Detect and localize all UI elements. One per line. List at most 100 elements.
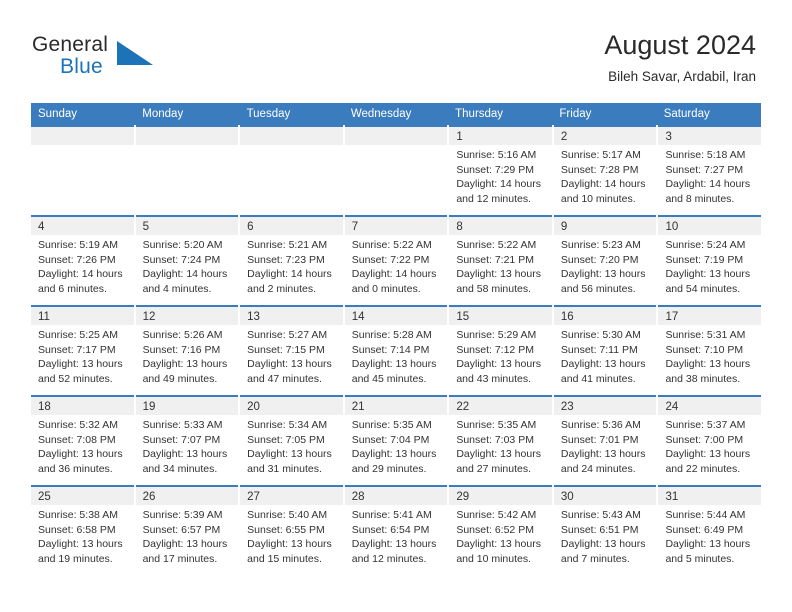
daylight-minutes-text: and 43 minutes.: [456, 372, 532, 385]
day-cell-8[interactable]: 8 Sunrise: 5:22 AM Sunset: 7:21 PM Daylight…: [449, 215, 552, 305]
day-cell-17[interactable]: 17 Sunrise: 5:31 AM Sunset: 7:10 PM Dayligh…: [658, 305, 762, 395]
day-cell-5[interactable]: 5 Sunrise: 5:20 AM Sunset: 7:24 PM Daylight…: [135, 215, 239, 305]
day-number: 26: [142, 491, 156, 503]
logo-text-blue: Blue: [60, 55, 103, 78]
general-blue-logo[interactable]: General Blue: [32, 33, 162, 83]
day-cell-14[interactable]: 14 Sunrise: 5:28 AM Sunset: 7:14 PM Dayligh…: [344, 305, 448, 395]
day-cell-empty: [135, 125, 239, 215]
calendar-week-row: 11 Sunrise: 5:25 AM Sunset: 7:17 PM Dayligh…: [31, 305, 762, 395]
sunrise-text: Sunrise: 5:27 AM: [247, 329, 328, 341]
sunrise-text: Sunrise: 5:29 AM: [456, 329, 537, 341]
sunrise-text: Sunrise: 5:41 AM: [351, 509, 432, 521]
day-number-band: 28: [344, 487, 448, 505]
sunrise-text: Sunrise: 5:19 AM: [38, 239, 118, 251]
daylight-hours-text: Daylight: 13 hours: [665, 358, 751, 370]
day-number: 17: [665, 311, 679, 323]
daylight-minutes-text: and 17 minutes.: [142, 552, 218, 565]
day-number: 23: [560, 401, 574, 413]
day-number: 13: [247, 311, 260, 323]
day-details: Sunrise: 5:40 AM Sunset: 6:55 PM Daylight:…: [240, 505, 343, 566]
day-number: 15: [456, 311, 470, 323]
day-details: Sunrise: 5:32 AM Sunset: 7:08 PM Daylight:…: [31, 415, 134, 476]
calendar-weeks: 1 Sunrise: 5:16 AM Sunset: 7:29 PM Daylight…: [31, 125, 762, 575]
sunrise-text: Sunrise: 5:40 AM: [247, 509, 328, 521]
sunrise-text: Sunrise: 5:39 AM: [142, 509, 223, 521]
day-cell-30[interactable]: 30 Sunrise: 5:43 AM Sunset: 6:51 PM Dayligh…: [553, 485, 657, 575]
daylight-hours-text: Daylight: 13 hours: [247, 358, 332, 370]
daylight-hours-text: Daylight: 13 hours: [560, 358, 646, 370]
day-details: Sunrise: 5:28 AM Sunset: 7:14 PM Daylight:…: [345, 325, 448, 386]
day-cell-31[interactable]: 31 Sunrise: 5:44 AM Sunset: 6:49 PM Dayligh…: [658, 485, 762, 575]
sunset-text: Sunset: 7:04 PM: [351, 433, 430, 446]
day-cell-19[interactable]: 19 Sunrise: 5:33 AM Sunset: 7:07 PM Dayligh…: [135, 395, 239, 485]
day-cell-9[interactable]: 9 Sunrise: 5:23 AM Sunset: 7:20 PM Daylight…: [553, 215, 657, 305]
day-cell-23[interactable]: 23 Sunrise: 5:36 AM Sunset: 7:01 PM Dayligh…: [553, 395, 657, 485]
sunrise-text: Sunrise: 5:38 AM: [38, 509, 118, 521]
sunset-text: Sunset: 6:57 PM: [142, 523, 221, 536]
day-number-band: 10: [658, 217, 762, 235]
day-cell-6[interactable]: 6 Sunrise: 5:21 AM Sunset: 7:23 PM Daylight…: [240, 215, 343, 305]
day-cell-10[interactable]: 10 Sunrise: 5:24 AM Sunset: 7:19 PM Dayligh…: [658, 215, 762, 305]
day-number: 18: [38, 401, 51, 413]
sunset-text: Sunset: 7:05 PM: [247, 433, 325, 446]
sunset-text: Sunset: 7:24 PM: [142, 253, 221, 266]
sunset-text: Sunset: 7:26 PM: [38, 253, 116, 266]
day-cell-22[interactable]: 22 Sunrise: 5:35 AM Sunset: 7:03 PM Dayligh…: [449, 395, 552, 485]
daylight-minutes-text: and 34 minutes.: [142, 462, 218, 475]
day-details: Sunrise: 5:30 AM Sunset: 7:11 PM Daylight:…: [554, 325, 657, 386]
day-cell-11[interactable]: 11 Sunrise: 5:25 AM Sunset: 7:17 PM Dayligh…: [31, 305, 134, 395]
daylight-hours-text: Daylight: 14 hours: [560, 178, 646, 190]
day-number: 8: [456, 221, 463, 233]
sunset-text: Sunset: 6:52 PM: [456, 523, 534, 536]
day-number-band: 16: [553, 307, 657, 325]
day-number-band: 7: [344, 217, 448, 235]
daylight-hours-text: Daylight: 13 hours: [247, 538, 332, 550]
day-cell-3[interactable]: 3 Sunrise: 5:18 AM Sunset: 7:27 PM Daylight…: [658, 125, 762, 215]
sunset-text: Sunset: 7:19 PM: [665, 253, 744, 266]
day-number-band: 31: [658, 487, 762, 505]
day-details: Sunrise: 5:19 AM Sunset: 7:26 PM Daylight:…: [31, 235, 134, 296]
daylight-minutes-text: and 29 minutes.: [351, 462, 427, 475]
sunrise-text: Sunrise: 5:42 AM: [456, 509, 537, 521]
day-cell-4[interactable]: 4 Sunrise: 5:19 AM Sunset: 7:26 PM Daylight…: [31, 215, 134, 305]
day-cell-18[interactable]: 18 Sunrise: 5:32 AM Sunset: 7:08 PM Dayligh…: [31, 395, 134, 485]
sunrise-text: Sunrise: 5:43 AM: [560, 509, 641, 521]
day-cell-28[interactable]: 28 Sunrise: 5:41 AM Sunset: 6:54 PM Dayligh…: [344, 485, 448, 575]
day-cell-29[interactable]: 29 Sunrise: 5:42 AM Sunset: 6:52 PM Dayligh…: [449, 485, 552, 575]
day-number: 3: [665, 131, 672, 143]
weekday-header-tuesday: Tuesday: [246, 108, 291, 120]
sunrise-text: Sunrise: 5:25 AM: [38, 329, 118, 341]
day-details: Sunrise: 5:38 AM Sunset: 6:58 PM Daylight:…: [31, 505, 134, 566]
day-cell-7[interactable]: 7 Sunrise: 5:22 AM Sunset: 7:22 PM Daylight…: [344, 215, 448, 305]
day-cell-15[interactable]: 15 Sunrise: 5:29 AM Sunset: 7:12 PM Dayligh…: [449, 305, 552, 395]
day-cell-25[interactable]: 25 Sunrise: 5:38 AM Sunset: 6:58 PM Dayligh…: [31, 485, 134, 575]
day-cell-26[interactable]: 26 Sunrise: 5:39 AM Sunset: 6:57 PM Dayligh…: [135, 485, 239, 575]
day-cell-1[interactable]: 1 Sunrise: 5:16 AM Sunset: 7:29 PM Daylight…: [449, 125, 552, 215]
day-details: Sunrise: 5:33 AM Sunset: 7:07 PM Daylight:…: [136, 415, 239, 476]
sunrise-text: Sunrise: 5:17 AM: [560, 149, 641, 161]
daylight-hours-text: Daylight: 13 hours: [560, 538, 646, 550]
day-cell-13[interactable]: 13 Sunrise: 5:27 AM Sunset: 7:15 PM Dayligh…: [240, 305, 343, 395]
day-cell-12[interactable]: 12 Sunrise: 5:26 AM Sunset: 7:16 PM Dayligh…: [135, 305, 239, 395]
sunset-text: Sunset: 7:10 PM: [665, 343, 744, 356]
day-details: Sunrise: 5:35 AM Sunset: 7:04 PM Daylight:…: [345, 415, 448, 476]
daylight-hours-text: Daylight: 14 hours: [142, 268, 228, 280]
day-number-band: 14: [344, 307, 448, 325]
daylight-minutes-text: and 12 minutes.: [351, 552, 427, 565]
day-cell-2[interactable]: 2 Sunrise: 5:17 AM Sunset: 7:28 PM Daylight…: [553, 125, 657, 215]
day-cell-24[interactable]: 24 Sunrise: 5:37 AM Sunset: 7:00 PM Dayligh…: [658, 395, 762, 485]
daylight-minutes-text: and 15 minutes.: [247, 552, 322, 565]
day-number: 1: [456, 131, 463, 143]
day-cell-20[interactable]: 20 Sunrise: 5:34 AM Sunset: 7:05 PM Dayligh…: [240, 395, 343, 485]
day-cell-27[interactable]: 27 Sunrise: 5:40 AM Sunset: 6:55 PM Dayligh…: [240, 485, 343, 575]
sunset-text: Sunset: 7:16 PM: [142, 343, 221, 356]
daylight-minutes-text: and 24 minutes.: [560, 462, 636, 475]
sunset-text: Sunset: 7:01 PM: [560, 433, 639, 446]
sunrise-text: Sunrise: 5:35 AM: [351, 419, 432, 431]
calendar-page: General Blue August 2024 Bileh Savar, Ar…: [0, 0, 792, 612]
sunrise-text: Sunrise: 5:22 AM: [351, 239, 432, 251]
day-cell-21[interactable]: 21 Sunrise: 5:35 AM Sunset: 7:04 PM Dayligh…: [344, 395, 448, 485]
day-number: 6: [247, 221, 254, 233]
day-cell-16[interactable]: 16 Sunrise: 5:30 AM Sunset: 7:11 PM Dayligh…: [553, 305, 657, 395]
day-details: Sunrise: 5:22 AM Sunset: 7:21 PM Daylight:…: [449, 235, 552, 296]
